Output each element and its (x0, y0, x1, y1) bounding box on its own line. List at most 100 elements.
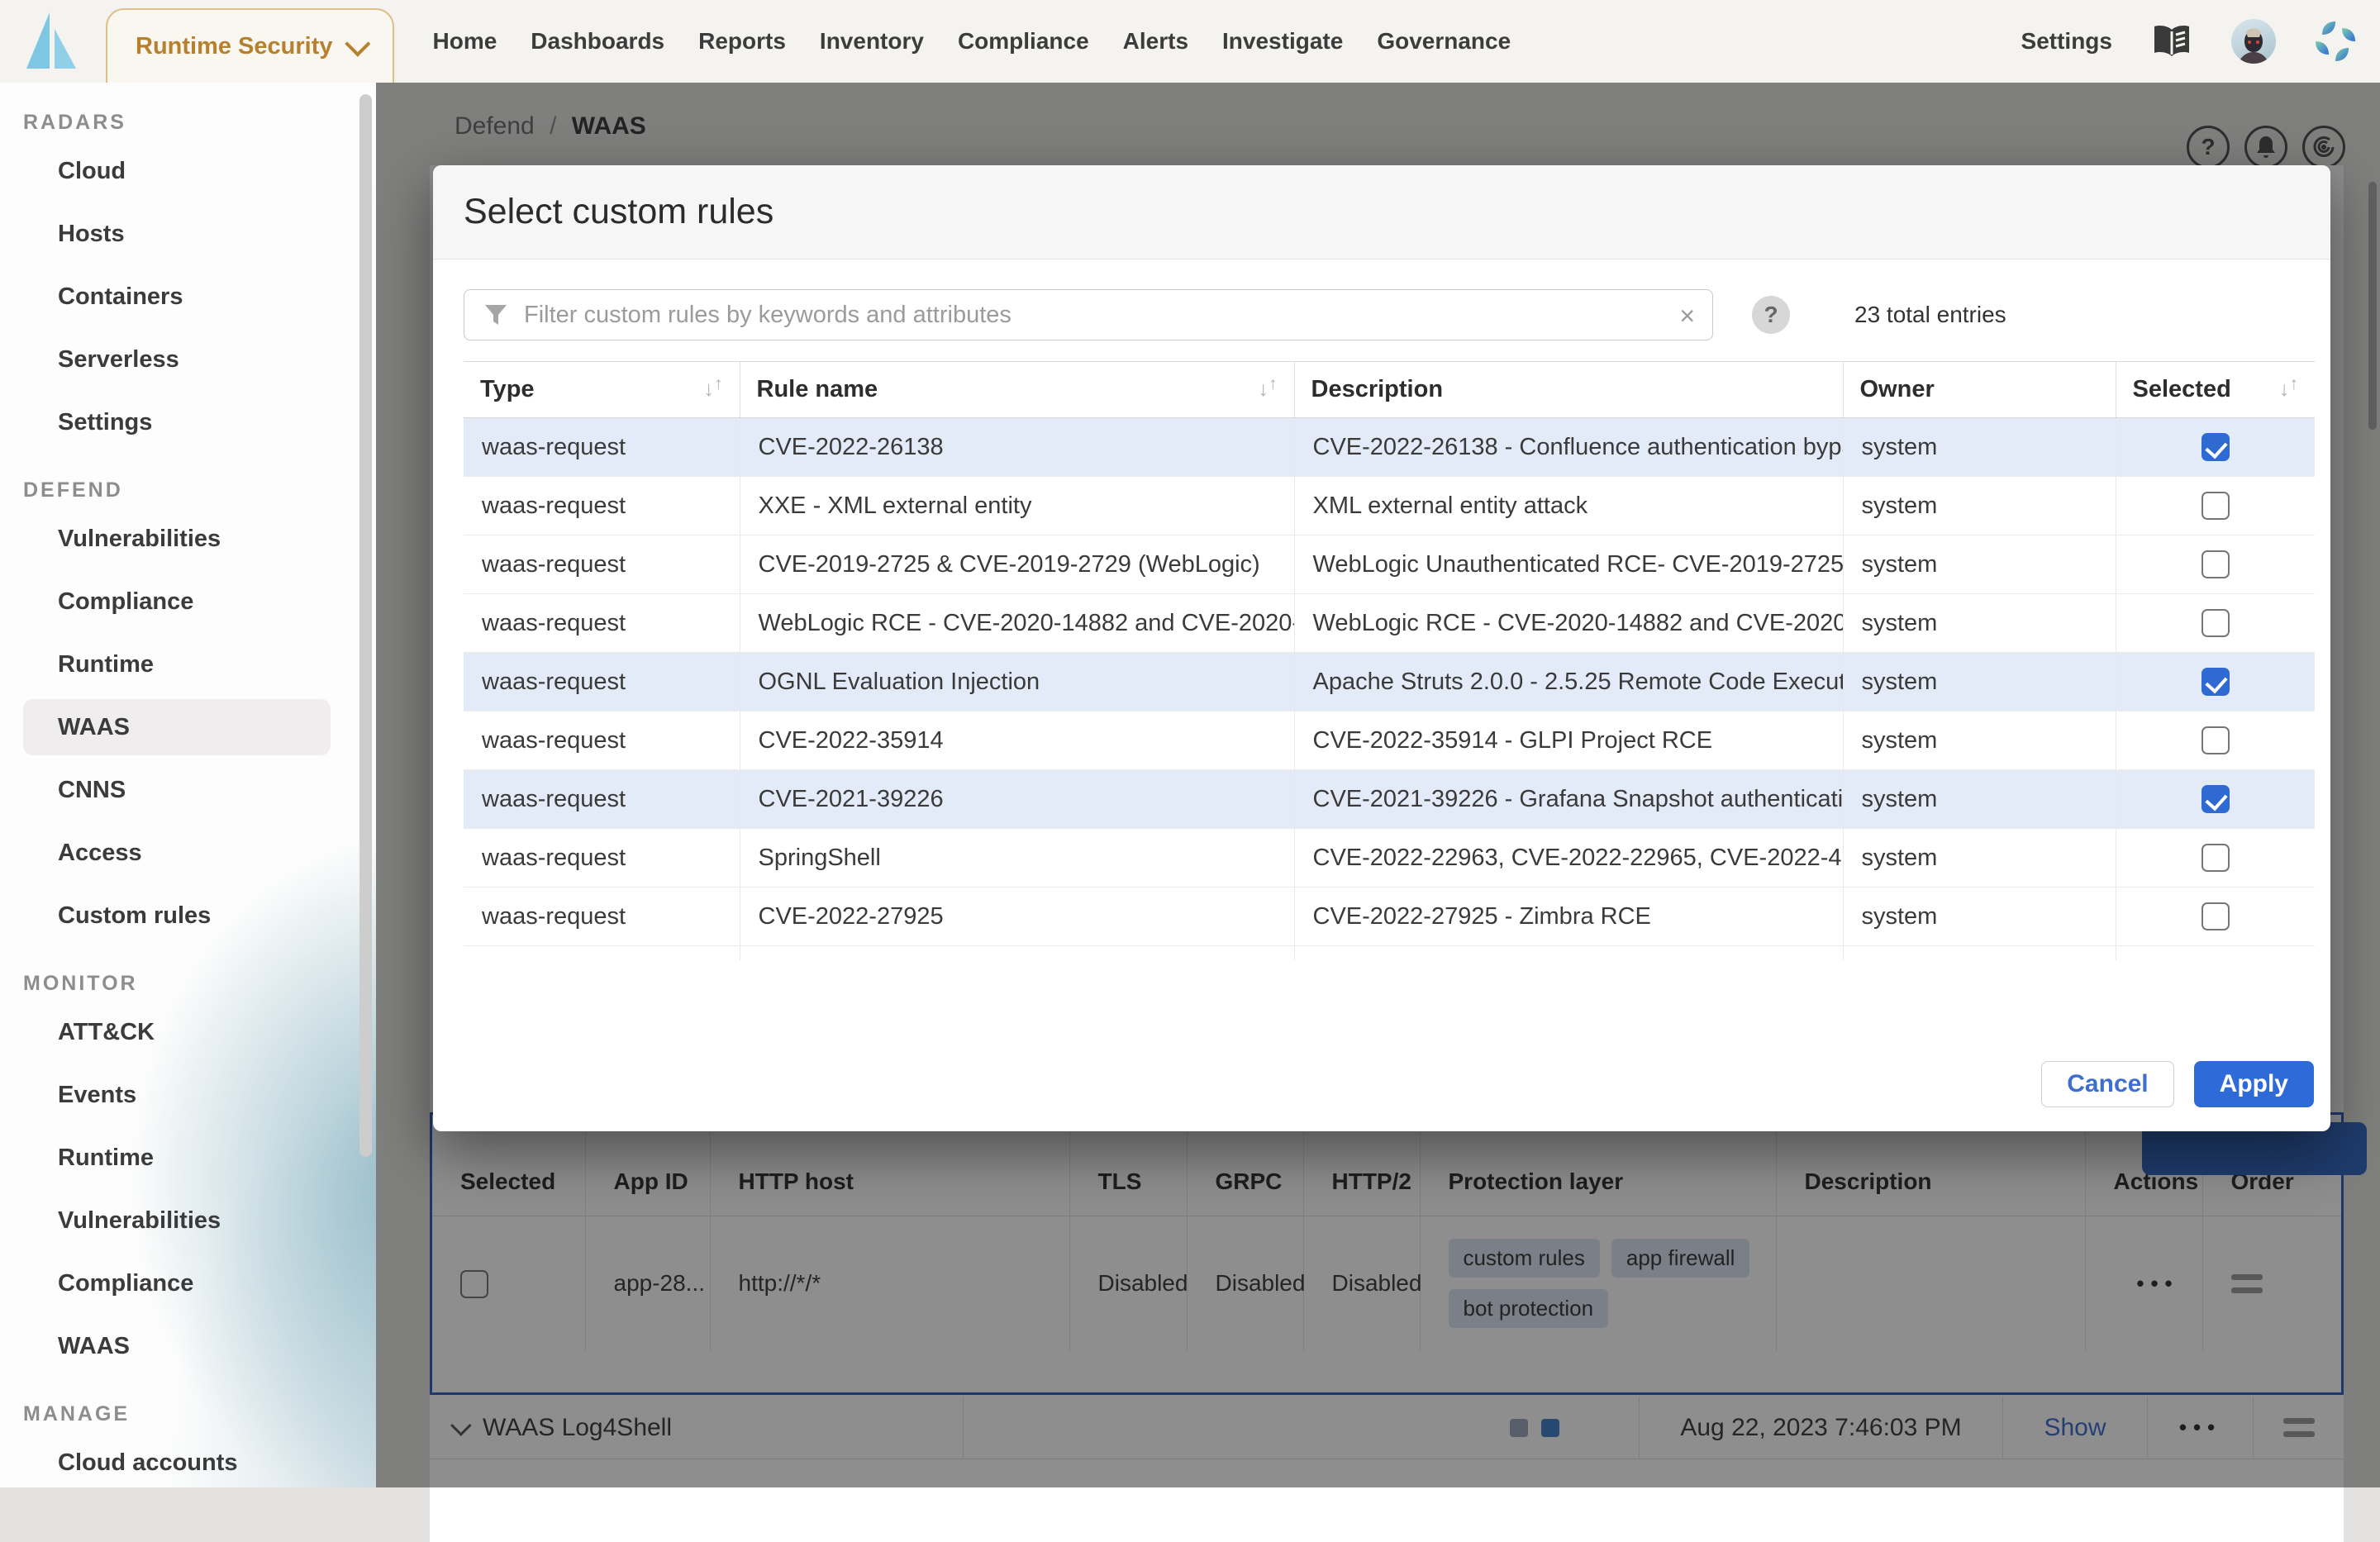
rule-selected-cell (2116, 712, 2315, 770)
prisma-pinwheel-icon[interactable] (2314, 20, 2357, 63)
sidebar-item-compliance[interactable]: Compliance (23, 1255, 331, 1311)
column-header-rule-name[interactable]: Rule name↓↑ (740, 362, 1294, 418)
nav-item-reports[interactable]: Reports (698, 28, 786, 55)
sidebar-item-events[interactable]: Events (23, 1067, 331, 1123)
rule-checkbox[interactable] (2202, 902, 2230, 930)
rule-description-cell: WebLogic RCE - CVE-2020-14882 and CVE-20… (1294, 594, 1843, 653)
sidebar-item-vulnerabilities[interactable]: Vulnerabilities (23, 511, 331, 567)
rule-row: waas-requestCVE-2022-27925CVE-2022-27925… (464, 888, 2315, 946)
rule-type-cell: waas-request (464, 770, 740, 829)
rule-rule_name-cell: CVE-2019-2725 & CVE-2019-2729 (WebLogic) (740, 535, 1294, 594)
sidebar-item-compliance[interactable]: Compliance (23, 573, 331, 630)
rule-description-cell: Apache Struts 2.0.0 - 2.5.25 Remote Code… (1294, 653, 1843, 712)
column-header-selected[interactable]: Selected ↓↑ (2116, 362, 2315, 418)
rule-checkbox[interactable] (2202, 492, 2230, 520)
sidebar-item-cloud-accounts[interactable]: Cloud accounts (23, 1435, 331, 1491)
rule-owner-cell: system (1843, 535, 2116, 594)
nav-item-investigate[interactable]: Investigate (1222, 28, 1343, 55)
sort-arrows-icon[interactable]: ↓↑ (2279, 378, 2298, 402)
rules-table-wrap: Type↓↑Rule name↓↑DescriptionOwnerSelecte… (464, 361, 2315, 960)
nav-item-compliance[interactable]: Compliance (958, 28, 1089, 55)
rule-row: waas-requestCVE-2022-26138CVE-2022-26138… (464, 418, 2315, 477)
sidebar-item-att-ck[interactable]: ATT&CK (23, 1004, 331, 1060)
sidebar-item-runtime[interactable]: Runtime (23, 1130, 331, 1186)
nav-item-inventory[interactable]: Inventory (820, 28, 924, 55)
rule-type-cell: waas-request (464, 888, 740, 946)
rule-rule_name-cell: SpringShell (740, 829, 1294, 888)
chevron-down-icon (345, 31, 370, 57)
rule-owner-cell: system (1843, 477, 2116, 535)
column-header-owner[interactable]: Owner (1843, 362, 2116, 418)
sidebar-item-custom-rules[interactable]: Custom rules (23, 888, 331, 944)
rule-selected-cell (2116, 418, 2315, 477)
rule-checkbox[interactable] (2202, 726, 2230, 754)
rule-rule_name-cell: XXE - XML external entity (740, 477, 1294, 535)
rule-type-cell: waas-request (464, 712, 740, 770)
filter-box: × (464, 289, 1713, 340)
rule-selected-cell (2116, 653, 2315, 712)
custom-rules-table: Type↓↑Rule name↓↑DescriptionOwnerSelecte… (464, 361, 2315, 960)
rule-type-cell: waas-request (464, 653, 740, 712)
rule-selected-cell (2116, 477, 2315, 535)
sidebar-item-waas[interactable]: WAAS (23, 1318, 331, 1374)
sidebar-item-serverless[interactable]: Serverless (23, 331, 331, 388)
column-label: Type (480, 376, 535, 403)
sidebar-section-manage: MANAGE (0, 1402, 376, 1426)
rule-rule_name-cell: OGNL Evaluation Injection (740, 653, 1294, 712)
sidebar-item-access[interactable]: Access (23, 825, 331, 881)
rule-type-cell: waas-request (464, 829, 740, 888)
rule-description-cell: WebLogic Unauthenticated RCE- CVE-2019-2… (1294, 535, 1843, 594)
sidebar-item-cloud[interactable]: Cloud (23, 143, 331, 199)
sidebar-item-vulnerabilities[interactable]: Vulnerabilities (23, 1192, 331, 1249)
rule-type-cell: waas-request (464, 418, 740, 477)
sidebar-item-waas[interactable]: WAAS (23, 699, 331, 755)
modal-title: Select custom rules (464, 192, 774, 232)
cancel-button[interactable]: Cancel (2041, 1061, 2173, 1107)
modal-header: Select custom rules (433, 165, 2330, 259)
module-switcher[interactable]: Runtime Security (106, 8, 394, 83)
column-header-type[interactable]: Type ↓↑ (464, 362, 740, 418)
sidebar-item-runtime[interactable]: Runtime (23, 636, 331, 692)
rule-description-cell: XML external entity attack (1294, 477, 1843, 535)
rule-selected-cell (2116, 594, 2315, 653)
nav-right: Settings (2021, 19, 2380, 64)
rule-description-cell: CVE-2022-22963, CVE-2022-22965, CVE-2022… (1294, 829, 1843, 888)
rule-selected-cell (2116, 770, 2315, 829)
sort-arrows-icon[interactable]: ↓↑ (704, 378, 723, 402)
rule-checkbox[interactable] (2202, 844, 2230, 872)
docs-book-icon[interactable] (2150, 20, 2193, 63)
rule-row: waas-requestXXE - XML external entityXML… (464, 477, 2315, 535)
sidebar-scrollbar[interactable] (359, 94, 372, 1157)
nav-item-governance[interactable]: Governance (1377, 28, 1511, 55)
sidebar-item-cnns[interactable]: CNNS (23, 762, 331, 818)
filter-row: × ? 23 total entries (464, 289, 2330, 340)
rule-owner-cell: system (1843, 594, 2116, 653)
rule-checkbox[interactable] (2202, 668, 2230, 696)
rule-checkbox[interactable] (2202, 609, 2230, 637)
user-avatar[interactable] (2231, 19, 2276, 64)
clear-filter-icon[interactable]: × (1679, 301, 1695, 331)
sidebar-item-containers[interactable]: Containers (23, 269, 331, 325)
top-nav: Runtime Security Home Dashboards Reports In… (0, 0, 2380, 83)
sidebar-item-settings[interactable]: Settings (23, 394, 331, 450)
column-header-description[interactable]: Description (1294, 362, 1843, 418)
filter-input[interactable] (464, 289, 1713, 340)
nav-item-home[interactable]: Home (433, 28, 497, 55)
primary-nav: Home Dashboards Reports Inventory Compliance… (433, 28, 1511, 55)
filter-help-icon[interactable]: ? (1752, 296, 1790, 334)
settings-link[interactable]: Settings (2021, 28, 2112, 55)
rule-owner-cell: system (1843, 712, 2116, 770)
rule-row: waas-requestSpringShellCVE-2022-22963, C… (464, 829, 2315, 888)
rule-checkbox[interactable] (2202, 785, 2230, 813)
rule-selected-cell (2116, 535, 2315, 594)
nav-item-alerts[interactable]: Alerts (1123, 28, 1188, 55)
sidebar-item-hosts[interactable]: Hosts (23, 206, 331, 262)
nav-item-dashboards[interactable]: Dashboards (531, 28, 664, 55)
rule-checkbox[interactable] (2202, 550, 2230, 578)
app-logo-icon[interactable] (25, 11, 79, 72)
rule-owner-cell: system (1843, 888, 2116, 946)
column-label: Selected (2133, 376, 2231, 403)
apply-button[interactable]: Apply (2194, 1061, 2314, 1107)
rule-checkbox[interactable] (2202, 433, 2230, 461)
sort-arrows-icon[interactable]: ↓↑ (1259, 378, 1278, 402)
